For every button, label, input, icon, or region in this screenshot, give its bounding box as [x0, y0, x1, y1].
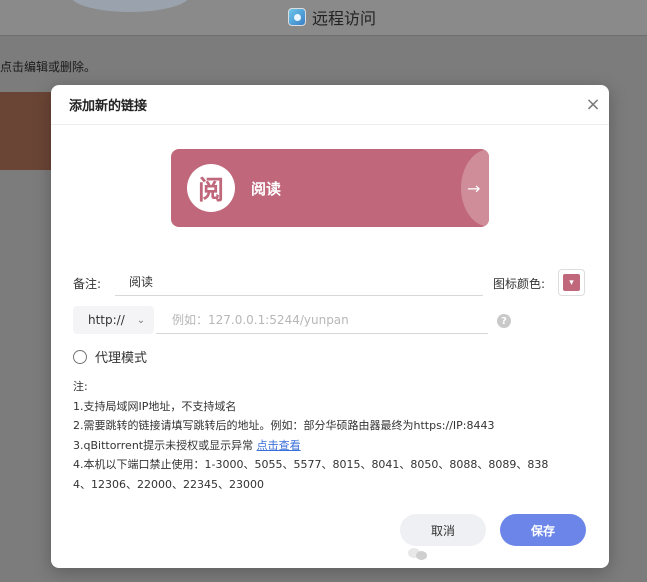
arrow-right-icon: →	[461, 149, 489, 227]
watermark-text: 公众号 · Panda不是猫	[434, 547, 575, 563]
radio-button[interactable]	[73, 349, 87, 364]
notes-heading: 注:	[73, 380, 88, 393]
page-hint: 点击编辑或删除。	[0, 60, 97, 74]
note-line-3-text: 3.qBittorrent提示未授权或显示异常	[73, 438, 254, 452]
note-input[interactable]	[115, 268, 483, 296]
note-line-4: 4.本机以下端口禁止使用：1-3000、5055、5577、8015、8041、…	[73, 458, 549, 471]
cancel-button[interactable]: 取消	[400, 514, 486, 546]
app-header: 远程访问	[0, 0, 647, 36]
view-details-link[interactable]: 点击查看	[257, 439, 301, 452]
icon-color-picker[interactable]: ▾	[558, 269, 585, 296]
note-line-1: 1.支持局域网IP地址，不支持域名	[73, 399, 237, 413]
help-icon[interactable]: ?	[497, 314, 511, 328]
preview-logo: 阅	[187, 164, 235, 212]
background-link-card[interactable]	[0, 92, 52, 170]
decorative-blob	[70, 0, 190, 12]
dialog-title: 添加新的链接	[69, 99, 148, 114]
add-link-dialog: 添加新的链接 × 阅 阅读 → 备注: 图标颜色: ▾ http:// ⌄ ? …	[51, 85, 609, 568]
save-button[interactable]: 保存	[500, 514, 586, 546]
protocol-select[interactable]: http:// ⌄	[73, 306, 154, 334]
chevron-down-icon: ⌄	[136, 314, 146, 326]
remote-access-icon	[288, 8, 306, 26]
note-label: 备注:	[73, 277, 102, 291]
note-line-3: 3.qBittorrent提示未授权或显示异常 点击查看	[73, 436, 583, 456]
app-title-text: 远程访问	[312, 9, 377, 28]
protocol-value: http://	[88, 313, 125, 327]
app-title: 远程访问	[288, 6, 376, 28]
note-line-2: 2.需要跳转的链接请填写跳转后的地址。例如：部分华硕路由器最终为https://…	[73, 419, 495, 432]
icon-color-label: 图标颜色:	[493, 277, 546, 291]
close-icon[interactable]: ×	[585, 96, 601, 114]
dialog-header: 添加新的链接	[51, 85, 609, 125]
address-input[interactable]	[156, 306, 488, 334]
proxy-mode-option[interactable]: 代理模式	[73, 347, 147, 366]
notes-section: 注: 1.支持局域网IP地址，不支持域名 2.需要跳转的链接请填写跳转后的地址。…	[73, 377, 583, 494]
wechat-icon	[408, 546, 428, 562]
note-line-5: 4、12306、22000、22345、23000	[73, 477, 264, 491]
chevron-down-icon: ▾	[563, 274, 580, 291]
link-preview-card: 阅 阅读 →	[171, 149, 489, 227]
proxy-mode-label: 代理模式	[95, 351, 148, 366]
preview-name: 阅读	[251, 179, 282, 198]
watermark: 公众号 · Panda不是猫	[408, 543, 574, 565]
